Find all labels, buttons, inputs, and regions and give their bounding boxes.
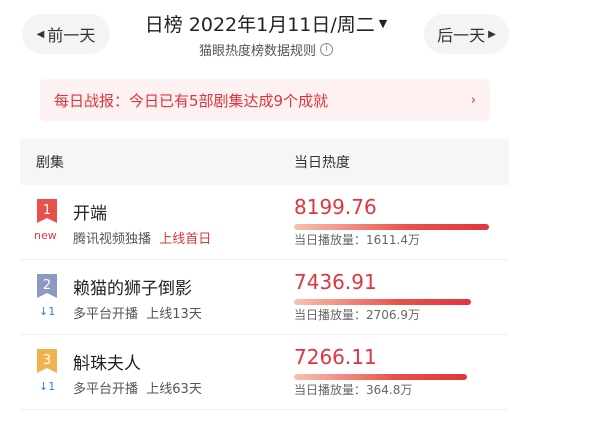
heat-value: 7266.11: [294, 345, 377, 369]
daily-report-banner[interactable]: 每日战报：今日已有5部剧集达成9个成就 ›: [40, 79, 490, 121]
rank-number: 3: [43, 353, 51, 368]
daily-plays: 当日播放量：364.8万: [294, 383, 413, 397]
table-row[interactable]: 1 new 开端腾讯视频独播 上线首日 8199.76 当日播放量：1611.4万: [20, 185, 509, 260]
heat-bar: [294, 374, 467, 380]
column-header-heat: 当日热度: [294, 155, 350, 171]
rank-trend: ↓1: [39, 380, 56, 393]
table-row[interactable]: 3 ↓1 斛珠夫人多平台开播 上线63天 7266.11 当日播放量：364.8万: [20, 335, 509, 410]
rank-trend: ↓1: [39, 305, 56, 318]
banner-text: 每日战报：今日已有5部剧集达成9个成就: [54, 91, 329, 110]
show-title[interactable]: 赖猫的狮子倒影: [73, 274, 192, 299]
show-title[interactable]: 斛珠夫人: [73, 349, 141, 374]
date-title-text: 日榜 2022年1月11日/周二: [144, 14, 375, 36]
rank-badge-icon: 2: [37, 274, 57, 298]
rank-number: 2: [43, 278, 51, 293]
next-day-button[interactable]: 后一天 ▶: [424, 14, 509, 54]
show-platform: 多平台开播: [73, 307, 139, 322]
heat-value: 7436.91: [294, 270, 377, 294]
info-icon: i: [320, 43, 333, 56]
show-platform: 多平台开播: [73, 382, 139, 397]
table-row[interactable]: 2 ↓1 赖猫的狮子倒影多平台开播 上线13天 7436.91 当日播放量：2706.9…: [20, 260, 509, 335]
rank-badge-icon: 1: [37, 199, 57, 223]
table-body: 1 new 开端腾讯视频独播 上线首日 8199.76 当日播放量：1611.4万 2 ↓1…: [20, 185, 509, 410]
show-subtitle: 多平台开播 上线13天: [73, 303, 202, 322]
show-status: 上线63天: [146, 382, 202, 397]
show-status: 上线首日: [159, 232, 212, 247]
ranking-table: 剧集 当日热度 1 new 开端腾讯视频独播 上线首日 8199.76 当日播放量：16…: [20, 139, 509, 410]
rank-badge-icon: 3: [37, 349, 57, 373]
daily-plays: 当日播放量：2706.9万: [294, 308, 420, 322]
triangle-right-icon: ▶: [488, 28, 496, 40]
rank-trend: new: [34, 229, 57, 242]
rank-number: 1: [43, 203, 51, 218]
heat-bar: [294, 299, 471, 305]
show-platform: 腾讯视频独播: [73, 232, 152, 247]
caret-down-icon: ▼: [378, 17, 388, 30]
heat-value: 8199.76: [294, 195, 377, 219]
next-day-label: 后一天: [437, 26, 486, 45]
heat-bar: [294, 224, 489, 230]
chevron-right-icon: ›: [470, 92, 476, 108]
table-header: 剧集 当日热度: [20, 139, 509, 185]
show-status: 上线13天: [146, 307, 202, 322]
column-header-show: 剧集: [36, 155, 64, 171]
rules-link-text: 猫眼热度榜数据规则: [198, 44, 316, 59]
show-title[interactable]: 开端: [73, 199, 107, 224]
daily-plays: 当日播放量：1611.4万: [294, 233, 420, 247]
show-subtitle: 腾讯视频独播 上线首日: [73, 228, 211, 247]
show-subtitle: 多平台开播 上线63天: [73, 378, 202, 397]
